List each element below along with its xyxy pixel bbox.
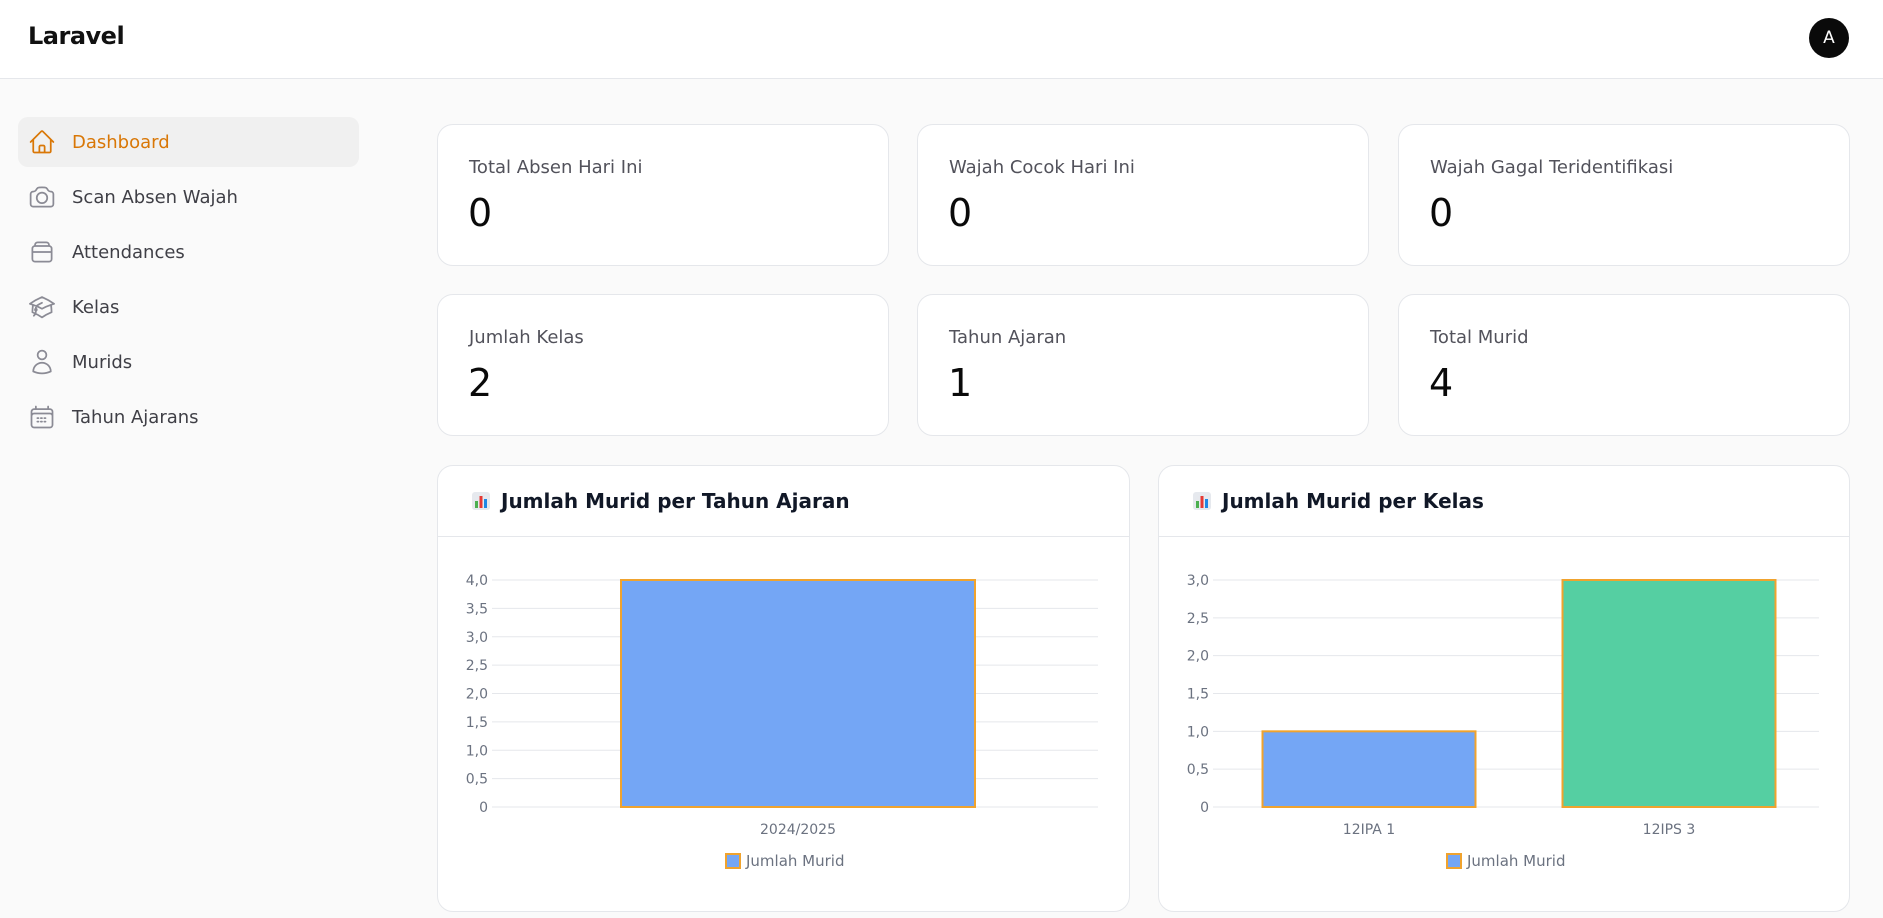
- sidebar-item-label: Scan Absen Wajah: [72, 186, 238, 208]
- sidebar-item-murids[interactable]: Murids: [18, 337, 359, 387]
- sidebar-item-label: Kelas: [72, 296, 120, 318]
- legend-label: Jumlah Murid: [1466, 852, 1565, 870]
- archive-box-icon: [28, 238, 56, 266]
- bar: [1561, 579, 1777, 808]
- y-tick-label: 1,0: [466, 743, 488, 759]
- user-icon: [28, 348, 56, 376]
- stat-value: 1: [948, 361, 973, 405]
- sidebar-item-label: Dashboard: [72, 131, 170, 153]
- stat-card-total-murid: Total Murid 4: [1398, 294, 1850, 436]
- brand-logo[interactable]: Laravel: [28, 22, 125, 50]
- stat-label: Tahun Ajaran: [949, 327, 1067, 348]
- legend-label: Jumlah Murid: [745, 852, 844, 870]
- chart-title: Jumlah Murid per Tahun Ajaran: [501, 489, 850, 513]
- stat-card-total-absen: Total Absen Hari Ini 0: [437, 124, 889, 266]
- legend-swatch: [725, 853, 741, 869]
- bar: [1261, 730, 1477, 808]
- y-tick-label: 1,5: [1187, 687, 1209, 703]
- stat-card-wajah-cocok: Wajah Cocok Hari Ini 0: [917, 124, 1369, 266]
- x-tick-label: 12IPA 1: [1343, 822, 1395, 838]
- stat-label: Total Murid: [1430, 327, 1529, 348]
- chart-header: Jumlah Murid per Kelas: [1159, 466, 1849, 537]
- chart-card-murid-per-tahun-ajaran: Jumlah Murid per Tahun Ajaran 0 0,5 1,0 1,5…: [437, 465, 1130, 912]
- x-tick-label: 12IPS 3: [1643, 822, 1696, 838]
- bar-chart-per-tahun-ajaran: 0 0,5 1,0 1,5 2,0 2,5 3,0 3,5 4,0 2024/2025 Jumlah…: [466, 573, 1098, 870]
- chart-card-murid-per-kelas: Jumlah Murid per Kelas 0 0,5 1,0 1,5 2,0 2,5 3…: [1158, 465, 1850, 912]
- camera-icon: [28, 183, 56, 211]
- stat-label: Jumlah Kelas: [469, 327, 584, 348]
- sidebar-item-kelas[interactable]: Kelas: [18, 282, 359, 332]
- legend-swatch: [1446, 853, 1462, 869]
- home-icon: [28, 128, 56, 156]
- sidebar-item-label: Attendances: [72, 241, 185, 263]
- stat-value: 4: [1429, 361, 1454, 405]
- y-tick-label: 0: [479, 800, 488, 816]
- calendar-icon: [28, 403, 56, 431]
- bar-chart-per-kelas: 0 0,5 1,0 1,5 2,0 2,5 3,0 12IPA 1 12IPS 3 Jumlah …: [1187, 573, 1819, 870]
- sidebar-item-tahun-ajarans[interactable]: Tahun Ajarans: [18, 392, 359, 442]
- top-navbar: Laravel A: [0, 0, 1883, 79]
- y-tick-label: 3,5: [466, 601, 488, 617]
- stat-value: 0: [1429, 191, 1454, 235]
- academic-cap-icon: [28, 293, 56, 321]
- bar-chart-emoji-icon: [472, 492, 490, 510]
- user-avatar[interactable]: A: [1809, 18, 1849, 58]
- y-tick-label: 1,5: [466, 715, 488, 731]
- y-tick-label: 0,5: [1187, 762, 1209, 778]
- sidebar-item-label: Murids: [72, 351, 133, 373]
- sidebar-item-dashboard[interactable]: Dashboard: [18, 117, 359, 167]
- sidebar-item-label: Tahun Ajarans: [72, 406, 199, 428]
- chart-title: Jumlah Murid per Kelas: [1222, 489, 1484, 513]
- stat-label: Wajah Cocok Hari Ini: [949, 157, 1135, 178]
- y-tick-label: 2,0: [466, 687, 488, 703]
- y-tick-label: 3,0: [466, 630, 488, 646]
- stat-label: Wajah Gagal Teridentifikasi: [1430, 157, 1674, 178]
- y-tick-label: 2,5: [466, 658, 488, 674]
- sidebar-item-scan-absen-wajah[interactable]: Scan Absen Wajah: [18, 172, 359, 222]
- stat-value: 0: [948, 191, 973, 235]
- sidebar: Dashboard Scan Absen Wajah Attendances K…: [18, 117, 359, 447]
- x-tick-label: 2024/2025: [760, 822, 836, 838]
- stat-card-jumlah-kelas: Jumlah Kelas 2: [437, 294, 889, 436]
- bar-chart-emoji-icon: [1193, 492, 1211, 510]
- chart-header: Jumlah Murid per Tahun Ajaran: [438, 466, 1129, 537]
- y-tick-label: 0,5: [466, 772, 488, 788]
- y-tick-label: 1,0: [1187, 724, 1209, 740]
- y-tick-label: 4,0: [466, 573, 488, 589]
- stat-card-wajah-gagal: Wajah Gagal Teridentifikasi 0: [1398, 124, 1850, 266]
- stat-value: 0: [468, 191, 493, 235]
- y-tick-label: 2,5: [1187, 611, 1209, 627]
- y-tick-label: 2,0: [1187, 649, 1209, 665]
- stat-label: Total Absen Hari Ini: [469, 157, 643, 178]
- y-tick-label: 0: [1200, 800, 1209, 816]
- stat-value: 2: [468, 361, 493, 405]
- stat-card-tahun-ajaran: Tahun Ajaran 1: [917, 294, 1369, 436]
- bar: [620, 579, 976, 808]
- sidebar-item-attendances[interactable]: Attendances: [18, 227, 359, 277]
- y-tick-label: 3,0: [1187, 573, 1209, 589]
